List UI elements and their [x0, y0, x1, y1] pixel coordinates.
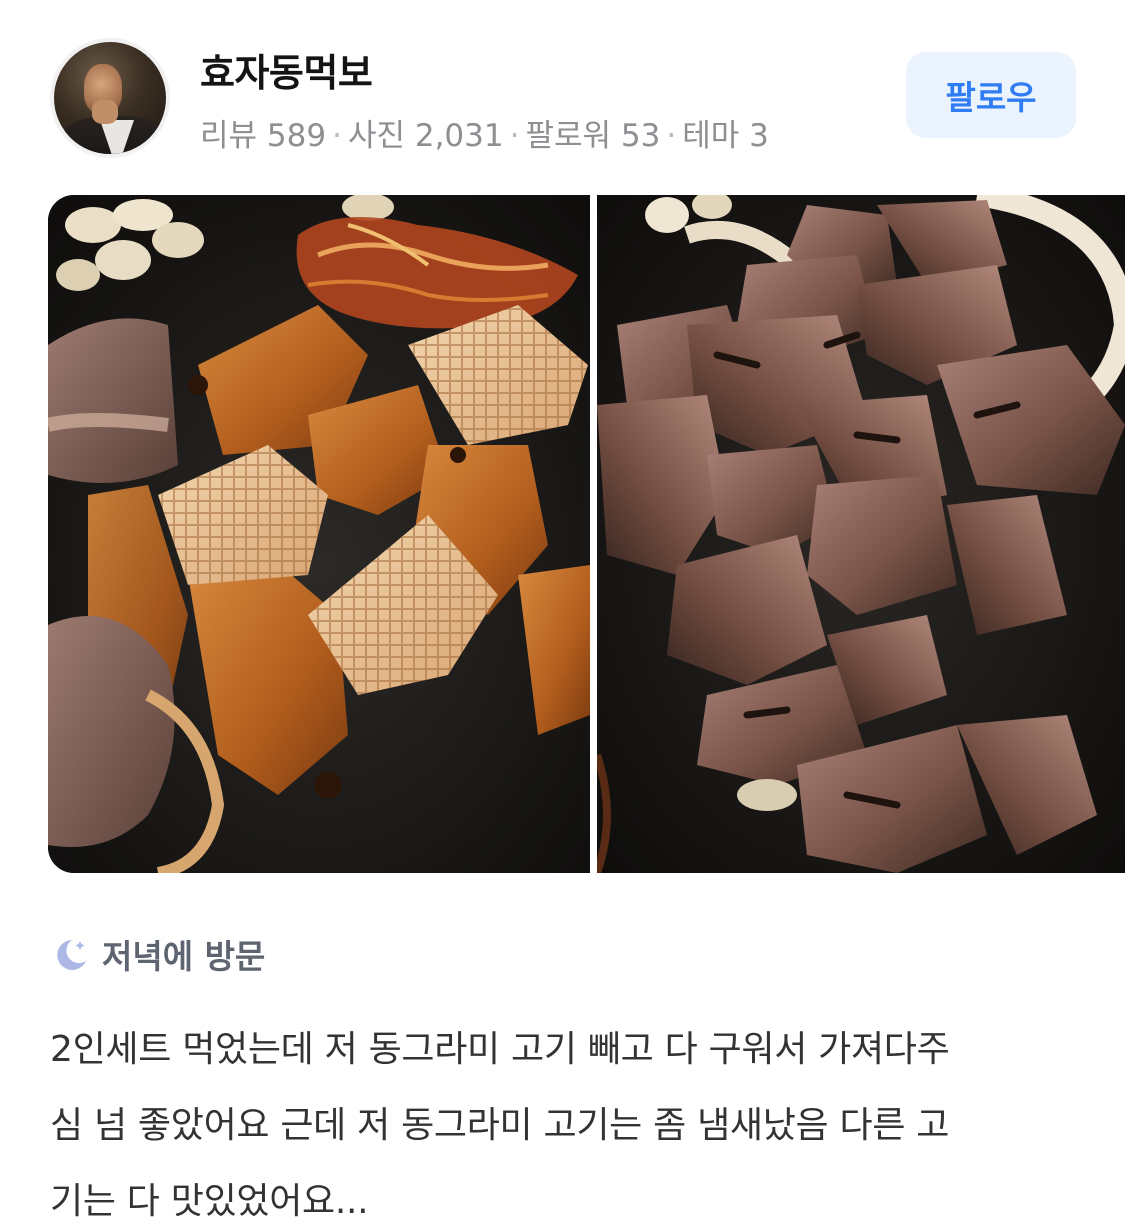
stat-reviews: 리뷰 589 [200, 118, 327, 154]
photo-1-illustration [48, 195, 590, 873]
separator-dot: · [509, 118, 520, 154]
stat-themes: 테마 3 [682, 118, 769, 154]
review-line: 심 넘 좋았어요 근데 저 동그라미 고기는 좀 냄새났음 다른 고 [50, 1105, 950, 1146]
reviewer-stats: 리뷰 589 · 사진 2,031 · 팔로워 53 · 테마 3 [200, 110, 769, 155]
visit-label: 저녁에 방문 [102, 937, 266, 976]
visit-time: 저녁에 방문 [50, 930, 265, 978]
avatar-hand [92, 100, 118, 124]
separator-dot: · [332, 118, 342, 154]
follow-button[interactable]: 팔로우 [906, 52, 1076, 138]
avatar[interactable] [50, 38, 170, 158]
review-text[interactable]: 2인세트 먹었는데 저 동그라미 고기 빼고 다 구워서 가져다주 심 넘 좋았… [50, 1012, 1090, 1223]
photo-2-illustration [597, 195, 1125, 873]
stat-followers: 팔로워 53 [525, 118, 661, 154]
review-line: 기는 다 맛있었어요... [50, 1181, 369, 1222]
review-card: 효자동먹보 리뷰 589 · 사진 2,031 · 팔로워 53 · 테마 3 팔로우 [0, 0, 1125, 1223]
review-line: 2인세트 먹었는데 저 동그라미 고기 빼고 다 구워서 가져다주 [50, 1029, 950, 1070]
moon-icon [57, 940, 86, 970]
review-photo-1[interactable] [48, 195, 590, 873]
stat-photos: 사진 2,031 [347, 118, 504, 154]
reviewer-name[interactable]: 효자동먹보 [200, 42, 373, 97]
review-photo-2[interactable] [597, 195, 1125, 873]
separator-dot: · [666, 118, 677, 154]
